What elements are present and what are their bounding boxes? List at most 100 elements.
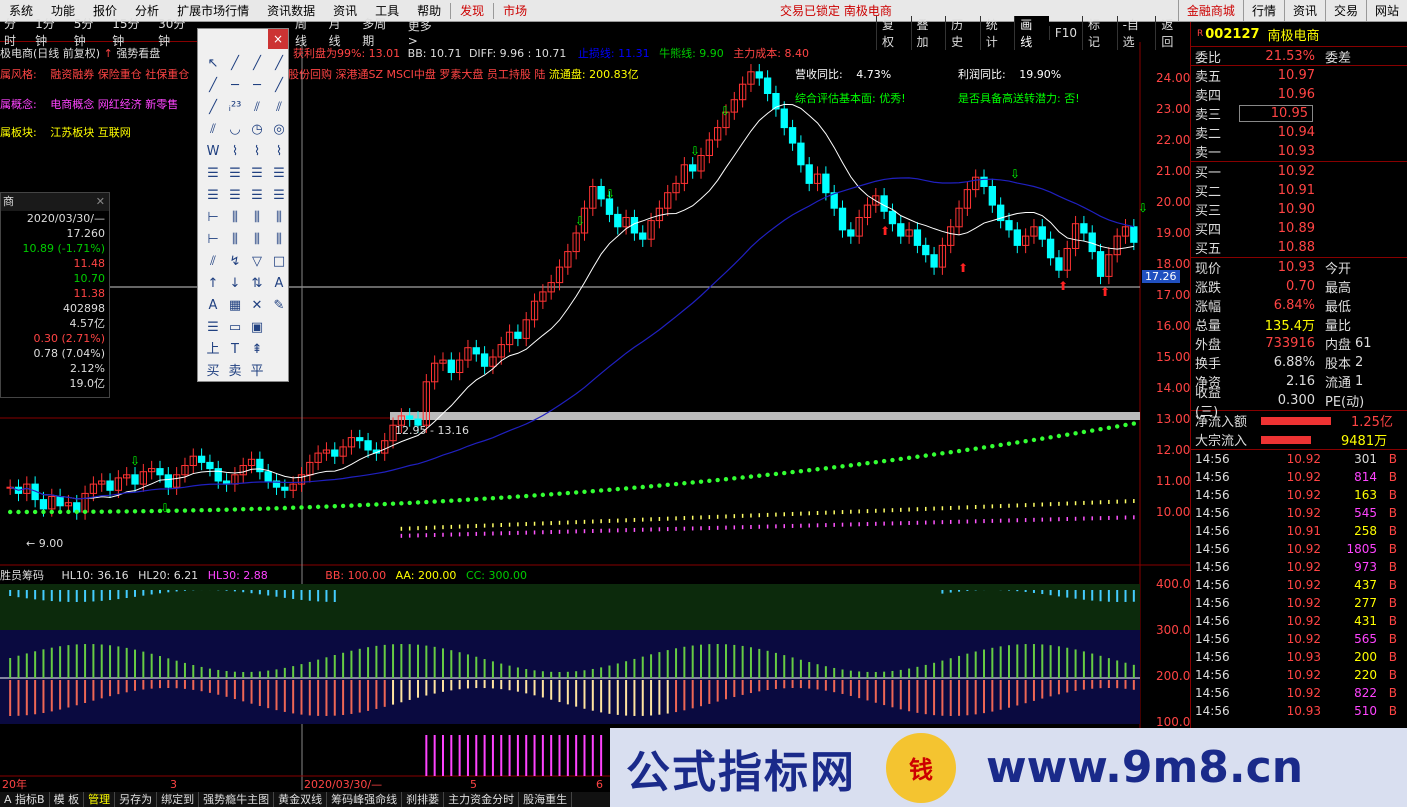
draw-tool-icon[interactable]: ⫽: [202, 119, 224, 141]
draw-tool-icon[interactable]: ⌇: [246, 141, 268, 163]
draw-tool-icon[interactable]: ↯: [224, 251, 246, 273]
bottom-tab[interactable]: 主力资金分时: [444, 792, 520, 807]
candle-body: [922, 244, 930, 256]
top-button[interactable]: 行情: [1242, 0, 1284, 22]
draw-tool-icon[interactable]: ⇅: [246, 273, 268, 295]
draw-tool-icon[interactable]: ⊢: [202, 229, 224, 251]
draw-tool-icon[interactable]: ╱: [224, 53, 246, 75]
draw-tool-icon[interactable]: ▣: [246, 317, 268, 339]
draw-tool-icon[interactable]: ☰: [268, 163, 290, 185]
draw-tool-icon[interactable]: ⌇: [224, 141, 246, 163]
trend-dot: [890, 457, 895, 463]
bottom-tab[interactable]: 黄金双线: [274, 792, 328, 807]
bottom-tab[interactable]: 股海重生: [519, 792, 573, 807]
draw-tool-icon[interactable]: W: [202, 141, 224, 163]
bottom-tab[interactable]: 另存为: [115, 792, 158, 807]
trend-dot: [773, 471, 779, 477]
draw-tool-icon[interactable]: ▭: [224, 317, 246, 339]
draw-tool-icon[interactable]: ↓: [224, 273, 246, 295]
draw-tool-icon[interactable]: A: [202, 295, 224, 317]
draw-tool-icon[interactable]: ⫽: [268, 97, 290, 119]
draw-tool-icon[interactable]: ⊢: [202, 207, 224, 229]
ind-axis-label: 400.0: [1156, 577, 1190, 591]
draw-tool-icon[interactable]: ╱: [202, 75, 224, 97]
draw-tool-icon[interactable]: 平: [246, 361, 268, 383]
ind-axis-label: 200.0: [1156, 669, 1190, 683]
cursor-info-value: 19.0亿: [69, 377, 106, 390]
top-button[interactable]: 网站: [1365, 0, 1407, 22]
tick-row: 14:56 10.92 814 B: [1195, 470, 1397, 484]
bottom-tab[interactable]: 管理: [84, 792, 116, 807]
draw-tool-icon[interactable]: ╱: [246, 53, 268, 75]
draw-tool-icon[interactable]: ☰: [268, 185, 290, 207]
trend-dot: [831, 465, 837, 470]
draw-tool-icon[interactable]: T: [224, 339, 246, 361]
bottom-tab[interactable]: 模 板: [50, 792, 85, 807]
draw-tool-icon[interactable]: □: [268, 251, 290, 273]
draw-tool-icon[interactable]: ╱: [268, 53, 290, 75]
draw-tool-icon[interactable]: 买: [202, 361, 224, 383]
draw-tool-icon[interactable]: ◡: [224, 119, 246, 141]
bottom-tab[interactable]: A 指标B: [0, 792, 50, 807]
trend-dot: [1031, 437, 1037, 443]
candle-body: [480, 353, 489, 367]
draw-tool-icon[interactable]: ╱: [202, 97, 224, 119]
draw-tool-icon[interactable]: ↑: [202, 273, 224, 295]
draw-tool-icon[interactable]: ☰: [202, 317, 224, 339]
trend-dot: [199, 507, 204, 513]
draw-tool-icon[interactable]: [268, 317, 290, 339]
low-price-mark: ← 9.00: [26, 537, 64, 550]
draw-tool-icon[interactable]: ─: [224, 75, 246, 97]
draw-tool-icon[interactable]: ☰: [246, 185, 268, 207]
quote-row: 总量 135.4万 量比: [1195, 319, 1352, 334]
draw-tool-icon[interactable]: ⫼: [246, 229, 268, 251]
draw-tool-icon[interactable]: ⫽: [202, 251, 224, 273]
draw-tool-icon[interactable]: ⫼: [268, 229, 290, 251]
trend-dot: [557, 491, 562, 496]
close-icon[interactable]: ×: [268, 29, 288, 49]
draw-tool-icon[interactable]: ▦: [224, 295, 246, 317]
draw-tool-icon[interactable]: ◎: [268, 119, 290, 141]
draw-tool-icon[interactable]: ☰: [202, 163, 224, 185]
draw-tool-icon[interactable]: ╱: [268, 75, 290, 97]
bottom-tab[interactable]: 绑定到: [157, 792, 200, 807]
draw-tool-icon[interactable]: [268, 339, 290, 361]
kline-chart[interactable]: 24.00 23.00 22.00 21.00 20.00 19.00 18.00 17.00…: [0, 42, 1190, 807]
draw-tool-icon[interactable]: ↖: [202, 53, 224, 75]
draw-tool-icon[interactable]: [268, 361, 290, 383]
menu-item-highlight[interactable]: 发现: [451, 0, 493, 22]
draw-tool-icon[interactable]: ⌇: [268, 141, 290, 163]
draw-tool-icon[interactable]: ☰: [224, 163, 246, 185]
trend-dot: [116, 509, 121, 514]
draw-tool-icon[interactable]: ◷: [246, 119, 268, 141]
draw-tool-icon[interactable]: ✎: [268, 295, 290, 317]
draw-tool-icon[interactable]: ⫼: [268, 207, 290, 229]
draw-tool-icon[interactable]: ᵢ²³: [224, 97, 246, 119]
draw-tool-icon[interactable]: 卖: [224, 361, 246, 383]
draw-tool-icon[interactable]: ⫼: [224, 207, 246, 229]
draw-tool-icon[interactable]: ⇞: [246, 339, 268, 361]
draw-tool-icon[interactable]: ☰: [224, 185, 246, 207]
draw-tool-icon[interactable]: ─: [246, 75, 268, 97]
draw-tool-icon[interactable]: ✕: [246, 295, 268, 317]
draw-tool-icon[interactable]: ☰: [246, 163, 268, 185]
tick-row: 14:56 10.92 973 B: [1195, 560, 1397, 574]
trend-dot: [865, 461, 870, 466]
draw-tool-icon[interactable]: A: [268, 273, 290, 295]
candle-body: [805, 164, 813, 184]
draw-tool-icon[interactable]: ⫼: [246, 207, 268, 229]
draw-tool-icon[interactable]: ⫼: [224, 229, 246, 251]
bottom-tab[interactable]: 刹排蒌: [402, 792, 445, 807]
toolbar-button[interactable]: F10: [1048, 25, 1082, 40]
draw-tool-icon[interactable]: 上: [202, 339, 224, 361]
draw-tool-icon[interactable]: ▽: [246, 251, 268, 273]
top-button[interactable]: 资讯: [1283, 0, 1325, 22]
draw-tool-icon[interactable]: ⫽: [246, 97, 268, 119]
top-button[interactable]: 交易: [1324, 0, 1366, 22]
close-icon[interactable]: ✕: [96, 193, 105, 211]
draw-tool-icon[interactable]: ☰: [202, 185, 224, 207]
bottom-tab[interactable]: 筹码峰强命线: [327, 792, 403, 807]
trend-dot: [390, 501, 396, 506]
menu-item-highlight[interactable]: 市场: [494, 0, 536, 22]
bottom-tab[interactable]: 强势瘾牛主图: [199, 792, 275, 807]
